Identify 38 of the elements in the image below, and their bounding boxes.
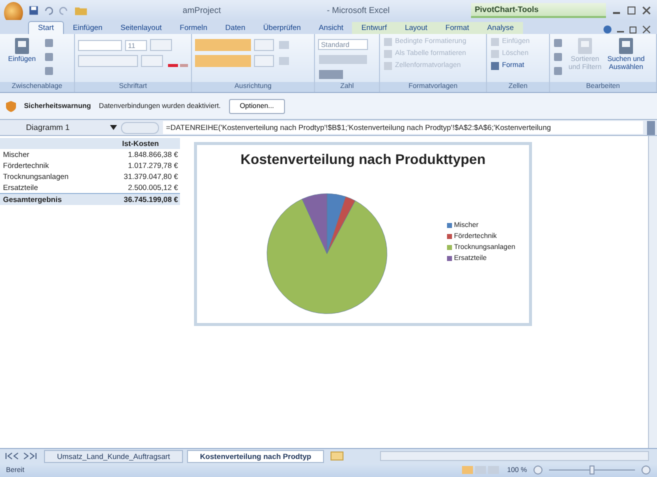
dropdown-icon[interactable] [110, 125, 117, 130]
font-field[interactable] [78, 40, 122, 50]
close-icon[interactable] [642, 6, 652, 14]
window-title: amProject [182, 5, 221, 15]
clipboard-icon[interactable] [616, 36, 636, 56]
app-name: - Microsoft Excel [326, 5, 390, 15]
maximize-icon[interactable] [627, 6, 636, 14]
chart-title: Kostenverteilung nach Produkttypen [240, 151, 486, 167]
slider-thumb[interactable] [590, 466, 594, 474]
folder-icon[interactable] [74, 4, 87, 16]
expand-icon[interactable] [647, 120, 655, 134]
align-icon[interactable] [254, 39, 274, 51]
text-style-icons[interactable] [78, 55, 138, 67]
undo-icon[interactable] [44, 4, 54, 16]
help-icon[interactable] [603, 25, 612, 34]
pie-slice[interactable] [302, 193, 328, 254]
pie-slice[interactable] [266, 198, 388, 314]
zoom-in-icon[interactable] [641, 465, 651, 475]
new-sheet-icon[interactable] [328, 451, 346, 461]
redo-icon[interactable] [59, 4, 69, 16]
save-icon[interactable] [28, 4, 38, 16]
horizontal-scrollbar[interactable] [380, 451, 649, 461]
restore-icon[interactable] [629, 25, 638, 34]
zoom-out-icon[interactable] [533, 465, 543, 475]
decimal-icon[interactable] [318, 69, 344, 80]
clipboard-icon[interactable] [12, 36, 32, 56]
name-box[interactable]: Diagramm 1 [6, 123, 106, 132]
shield-icon [6, 100, 16, 112]
merge-icon[interactable] [277, 55, 291, 67]
indent-icon[interactable] [254, 55, 274, 67]
pie-slice[interactable] [326, 196, 356, 254]
context-title: PivotChart-Tools [470, 2, 606, 18]
percent-icon[interactable] [318, 54, 368, 65]
wrap-icon[interactable] [277, 39, 291, 51]
zoom-slider[interactable] [549, 465, 635, 475]
vertical-scrollbar[interactable] [648, 136, 657, 448]
close-icon[interactable] [642, 25, 651, 34]
view-icons[interactable] [461, 465, 502, 475]
